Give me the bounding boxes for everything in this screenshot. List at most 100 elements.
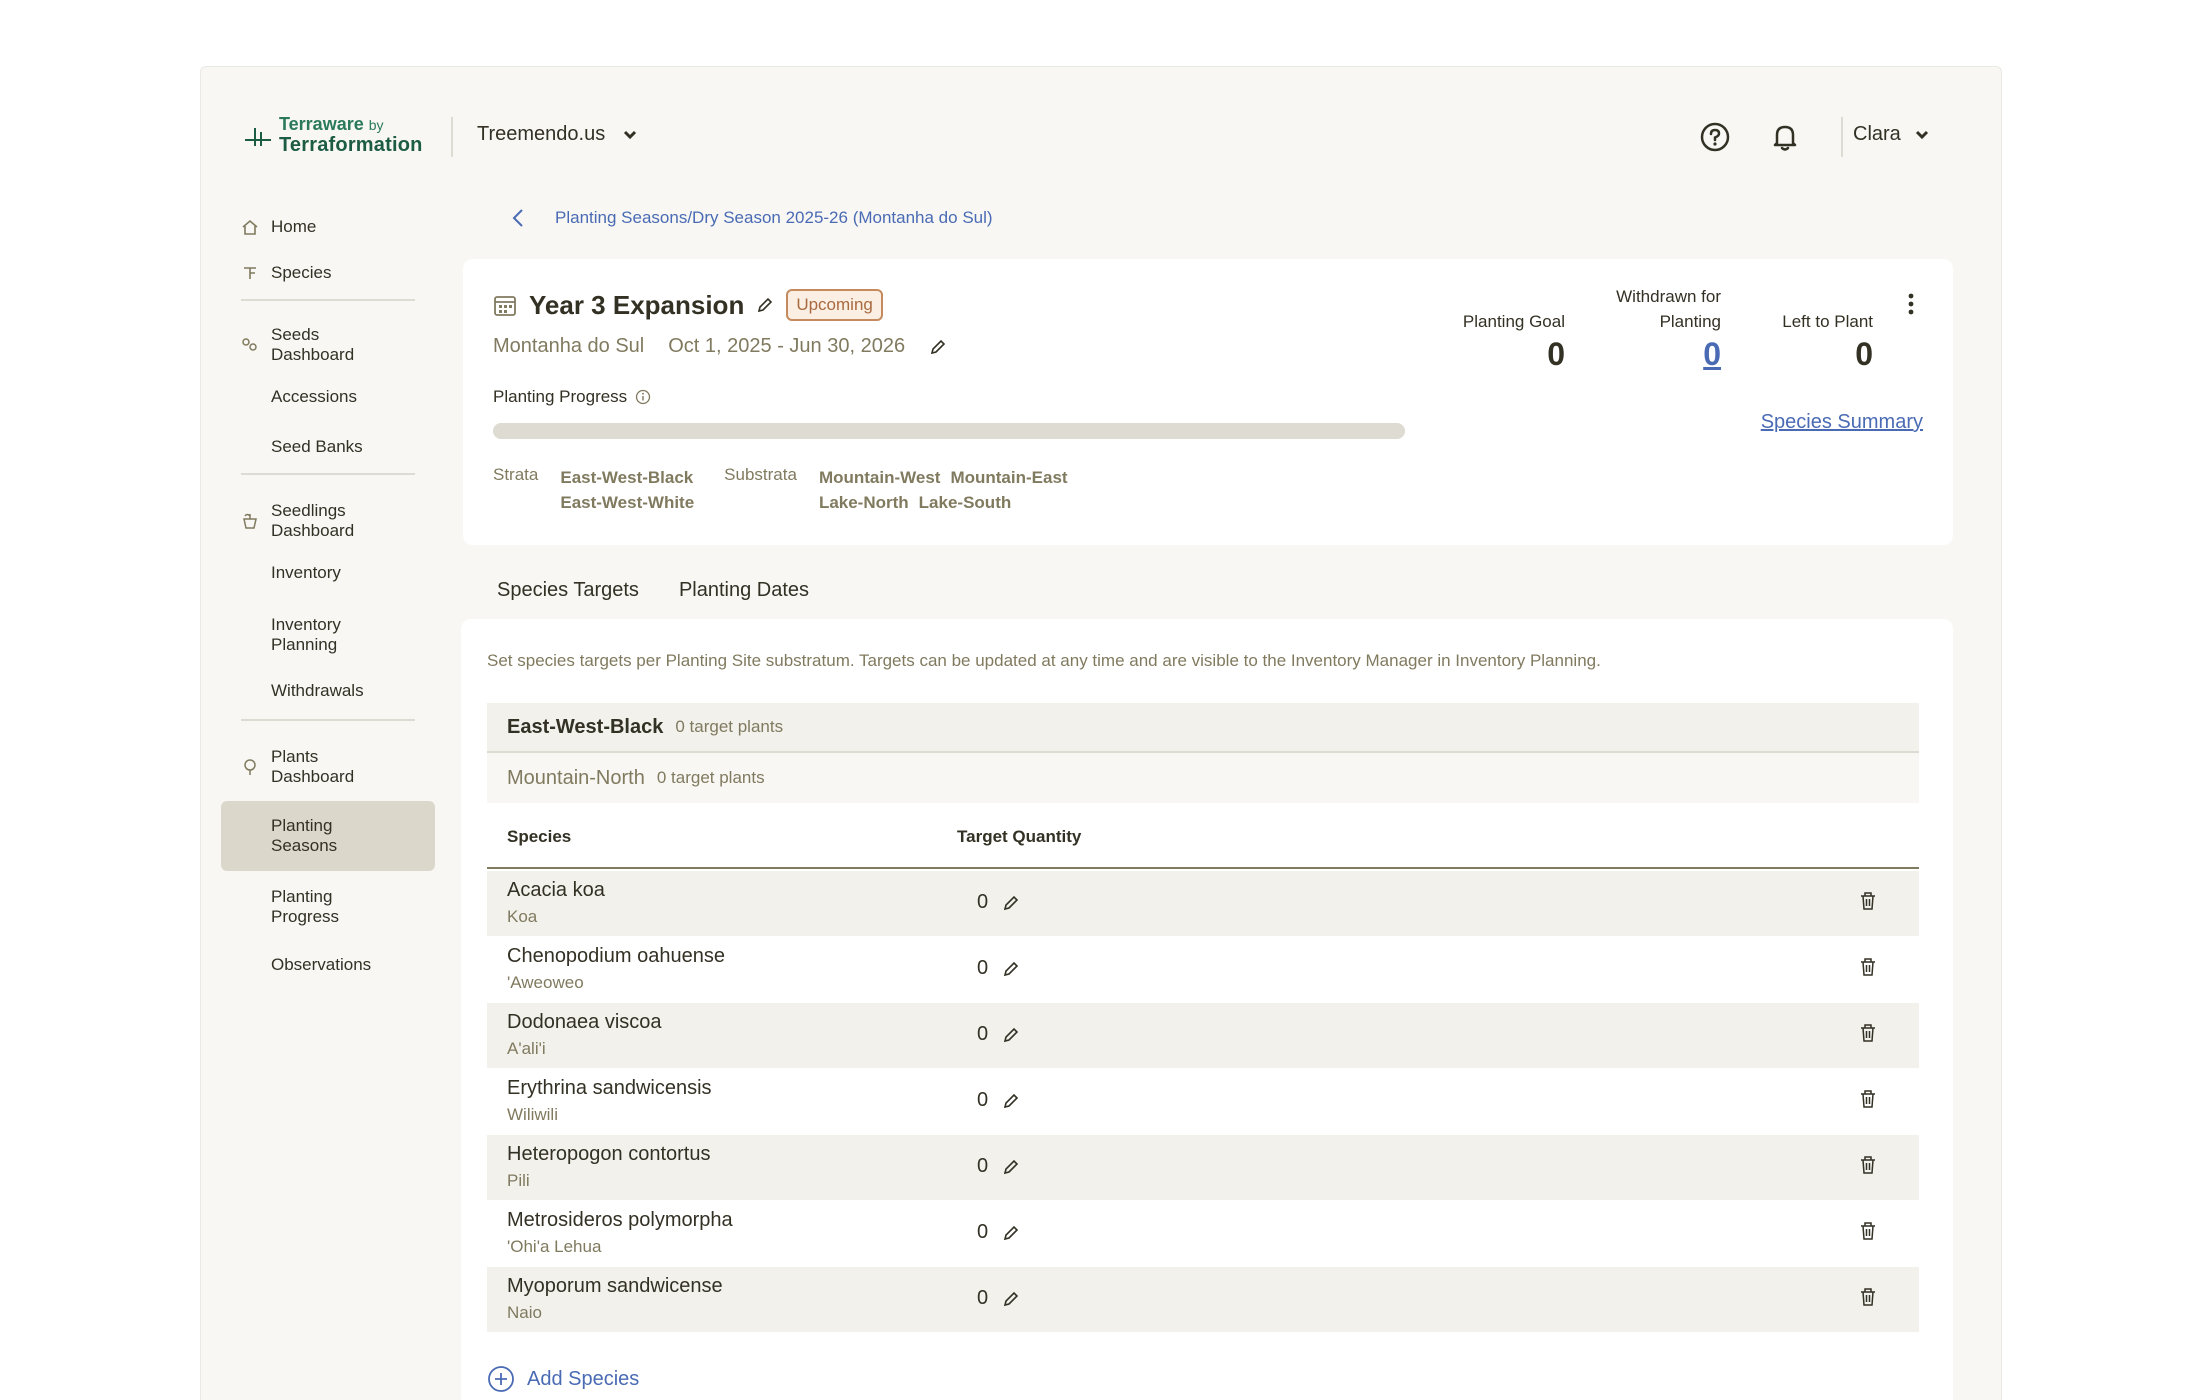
strata-label: Strata <box>493 465 539 484</box>
substrata-value: Mountain-East <box>950 468 1068 487</box>
table-row: Erythrina sandwicensis Wiliwili 0 <box>487 1069 1919 1134</box>
stratum-name: East-West-Black <box>507 715 664 738</box>
column-header-target-quantity[interactable]: Target Quantity <box>957 827 1081 847</box>
sidebar-item-seed-banks[interactable]: Seed Banks <box>221 421 435 473</box>
species-summary-link[interactable]: Species Summary <box>1761 411 1923 434</box>
sidebar-item-label: Planting Seasons <box>271 816 338 855</box>
edit-quantity-pencil-icon[interactable] <box>1002 1092 1020 1110</box>
season-dates: Oct 1, 2025 - Jun 30, 2026 <box>668 335 906 357</box>
target-quantity-cell: 0 <box>977 891 1020 914</box>
sidebar-item-label: Seed Banks <box>271 437 363 456</box>
sidebar-item-inventory[interactable]: Inventory <box>221 547 435 597</box>
table-row: Metrosideros polymorpha 'Ohi'a Lehua 0 <box>487 1201 1919 1266</box>
left-to-plant-value: 0 <box>1855 336 1873 372</box>
terraware-logo[interactable]: Terraware by Terraformation <box>243 115 423 155</box>
withdrawn-label: Withdrawn for <box>1616 287 1721 306</box>
delete-species-trash-icon[interactable] <box>1859 1221 1877 1246</box>
sidebar-item-observations[interactable]: Observations <box>221 941 435 991</box>
left-to-plant-stat: Left to Plant 0 <box>1782 309 1873 373</box>
substrata-value: Lake-North <box>818 493 909 512</box>
add-circle-icon <box>488 1366 514 1392</box>
sidebar-item-planting-seasons[interactable]: Planting Seasons <box>221 801 435 871</box>
info-icon[interactable] <box>635 389 651 405</box>
planting-site-name: Montanha do Sul <box>493 335 645 357</box>
strata-info: Strata East-West-Black East-West-White S… <box>493 465 1078 515</box>
edit-quantity-pencil-icon[interactable] <box>1002 1026 1020 1044</box>
sidebar-item-seedlings-dashboard[interactable]: Seedlings Dashboard <box>221 475 435 547</box>
terraformation-logo-icon <box>245 128 271 146</box>
more-options-button[interactable] <box>1901 289 1921 319</box>
notifications-button[interactable] <box>1767 119 1803 155</box>
sidebar-item-home[interactable]: Home <box>221 207 435 249</box>
help-button[interactable] <box>1697 119 1733 155</box>
edit-quantity-pencil-icon[interactable] <box>1002 1158 1020 1176</box>
organization-select[interactable]: Treemendo.us <box>477 123 637 146</box>
edit-quantity-pencil-icon[interactable] <box>1002 960 1020 978</box>
season-summary-card: Year 3 Expansion Upcoming Montanha do Su… <box>463 259 1953 545</box>
edit-dates-pencil-icon[interactable] <box>929 338 947 356</box>
stratum-target-count: 0 target plants <box>675 717 784 736</box>
species-common-name: 'Ohi'a Lehua <box>507 1237 602 1256</box>
sidebar-item-label: Plants Dashboard <box>271 747 355 786</box>
species-common-name: A'ali'i <box>507 1039 546 1058</box>
sidebar-item-accessions[interactable]: Accessions <box>221 371 435 421</box>
user-menu[interactable]: Clara <box>1853 123 1929 146</box>
stratum-header[interactable]: East-West-Black 0 target plants <box>487 703 1919 753</box>
edit-title-pencil-icon[interactable] <box>756 296 774 314</box>
strata-value: East-West-Black <box>560 468 694 487</box>
target-quantity-value: 0 <box>977 1221 989 1243</box>
target-quantity-cell: 0 <box>977 1023 1020 1046</box>
table-row: Myoporum sandwicense Naio 0 <box>487 1267 1919 1332</box>
sidebar-item-label: Planting Progress <box>271 887 340 926</box>
delete-species-trash-icon[interactable] <box>1859 1287 1877 1312</box>
target-quantity-cell: 0 <box>977 1287 1020 1310</box>
add-species-label: Add Species <box>527 1367 640 1390</box>
header-divider-right <box>1841 117 1843 157</box>
species-scientific-name: Acacia koa <box>507 879 605 901</box>
sidebar-item-inventory-planning[interactable]: Inventory Planning <box>221 597 435 669</box>
sidebar-nav: Home Species Seeds Dashboard Accessions … <box>221 207 435 991</box>
seedlings-icon <box>241 511 263 531</box>
delete-species-trash-icon[interactable] <box>1859 957 1877 982</box>
kebab-menu-icon <box>1908 293 1914 315</box>
sidebar-item-seeds-dashboard[interactable]: Seeds Dashboard <box>221 301 435 371</box>
planting-progress-bar <box>493 423 1405 439</box>
logo-brand: Terraware <box>279 114 364 134</box>
species-targets-panel: Set species targets per Planting Site su… <box>461 619 1953 1400</box>
table-row: Dodonaea viscoa A'ali'i 0 <box>487 1003 1919 1068</box>
delete-species-trash-icon[interactable] <box>1859 1023 1877 1048</box>
delete-species-trash-icon[interactable] <box>1859 1155 1877 1180</box>
edit-quantity-pencil-icon[interactable] <box>1002 1224 1020 1242</box>
withdrawn-value-link[interactable]: 0 <box>1616 336 1721 373</box>
organization-name: Treemendo.us <box>477 123 606 145</box>
sidebar-item-planting-progress[interactable]: Planting Progress <box>221 871 435 941</box>
planting-progress-label: Planting Progress <box>493 387 628 406</box>
substratum-name: Mountain-North <box>507 766 645 789</box>
substratum-target-count: 0 target plants <box>656 768 765 787</box>
delete-species-trash-icon[interactable] <box>1859 1089 1877 1114</box>
bell-icon <box>1773 125 1797 151</box>
sidebar-item-species[interactable]: Species <box>221 249 435 299</box>
edit-quantity-pencil-icon[interactable] <box>1002 1290 1020 1308</box>
planting-goal-label: Planting Goal <box>1462 312 1565 331</box>
species-scientific-name: Heteropogon contortus <box>507 1143 711 1165</box>
add-species-button[interactable]: Add Species <box>487 1365 639 1393</box>
logo-by: by <box>368 117 384 133</box>
edit-quantity-pencil-icon[interactable] <box>1002 894 1020 912</box>
strata-value: East-West-White <box>560 493 695 512</box>
species-scientific-name: Metrosideros polymorpha <box>507 1209 733 1231</box>
sidebar-item-withdrawals[interactable]: Withdrawals <box>221 669 435 719</box>
breadcrumb: Planting Seasons/Dry Season 2025-26 (Mon… <box>511 207 993 229</box>
target-quantity-value: 0 <box>977 891 989 913</box>
calendar-icon <box>494 296 516 316</box>
target-quantity-value: 0 <box>977 1155 989 1177</box>
table-row: Heteropogon contortus Pili 0 <box>487 1135 1919 1200</box>
column-header-species[interactable]: Species <box>507 827 571 847</box>
back-chevron-icon[interactable] <box>511 207 525 229</box>
substratum-header[interactable]: Mountain-North 0 target plants <box>487 753 1919 803</box>
breadcrumb-link[interactable]: Planting Seasons/Dry Season 2025-26 (Mon… <box>555 208 993 228</box>
species-icon <box>241 263 263 283</box>
sidebar-item-plants-dashboard[interactable]: Plants Dashboard <box>221 721 435 801</box>
species-common-name: Koa <box>507 907 538 926</box>
delete-species-trash-icon[interactable] <box>1859 891 1877 916</box>
